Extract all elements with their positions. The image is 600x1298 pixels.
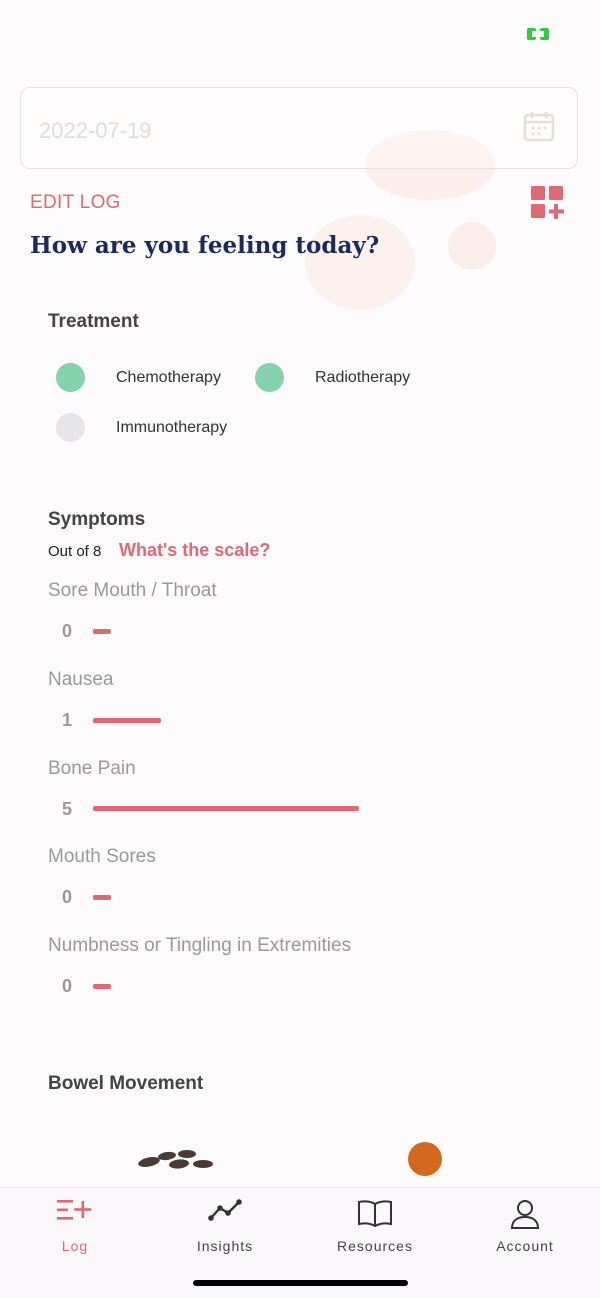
log-add-icon bbox=[57, 1200, 92, 1220]
symptom-severity-bar[interactable] bbox=[93, 718, 161, 723]
scale-info-link[interactable]: What's the scale? bbox=[119, 540, 270, 561]
battery-icon bbox=[527, 28, 549, 40]
edit-log-label: EDIT LOG bbox=[30, 192, 121, 213]
home-indicator bbox=[193, 1280, 408, 1286]
symptom-name: Bone Pain bbox=[48, 758, 136, 779]
treatment-option-immunotherapy[interactable]: Immunotherapy bbox=[56, 413, 227, 442]
symptom-value: 0 bbox=[62, 621, 73, 641]
selected-indicator bbox=[255, 363, 284, 392]
line-chart-icon bbox=[208, 1199, 242, 1221]
background-blob bbox=[448, 222, 496, 270]
tab-label: Resources bbox=[337, 1238, 413, 1254]
stool-color-orange[interactable] bbox=[408, 1142, 442, 1176]
tab-account[interactable]: Account bbox=[450, 1188, 600, 1268]
tab-resources[interactable]: Resources bbox=[300, 1188, 450, 1268]
symptom-name: Sore Mouth / Throat bbox=[48, 580, 217, 601]
bowel-movement-title: Bowel Movement bbox=[48, 1073, 204, 1094]
tab-log[interactable]: Log bbox=[0, 1188, 150, 1268]
tab-label: Log bbox=[61, 1238, 89, 1254]
scale-out-of: Out of 8 bbox=[48, 543, 102, 560]
date-field[interactable]: 2022-07-19 bbox=[20, 87, 578, 169]
date-value: 2022-07-19 bbox=[39, 118, 152, 143]
stool-type-lumps-icon[interactable] bbox=[135, 1142, 215, 1174]
treatment-option-label: Radiotherapy bbox=[315, 368, 411, 386]
symptom-value: 5 bbox=[62, 799, 73, 819]
symptom-value: 0 bbox=[62, 976, 73, 996]
unselected-indicator bbox=[56, 413, 85, 442]
symptom-value: 1 bbox=[62, 710, 73, 730]
symptom-severity-bar[interactable] bbox=[93, 984, 111, 989]
treatment-option-chemotherapy[interactable]: Chemotherapy bbox=[56, 363, 221, 392]
treatment-option-label: Chemotherapy bbox=[116, 368, 221, 386]
tab-label: Insights bbox=[196, 1238, 254, 1254]
symptoms-title: Symptoms bbox=[48, 509, 146, 530]
symptom-name: Nausea bbox=[48, 669, 114, 690]
selected-indicator bbox=[56, 363, 85, 392]
background-blob bbox=[305, 215, 415, 310]
tab-label: Account bbox=[496, 1238, 554, 1254]
symptom-severity-bar[interactable] bbox=[93, 895, 111, 900]
treatment-title: Treatment bbox=[48, 311, 139, 332]
calendar-icon[interactable] bbox=[523, 110, 555, 142]
symptom-name: Mouth Sores bbox=[48, 846, 156, 867]
tab-insights[interactable]: Insights bbox=[150, 1188, 300, 1268]
symptom-severity-bar[interactable] bbox=[93, 806, 359, 811]
symptom-value: 0 bbox=[62, 887, 73, 907]
add-widget-icon[interactable] bbox=[531, 186, 564, 219]
symptom-severity-bar[interactable] bbox=[93, 629, 111, 634]
page-headline: How are you feeling today? bbox=[30, 232, 380, 259]
treatment-option-radiotherapy[interactable]: Radiotherapy bbox=[255, 363, 410, 392]
treatment-option-label: Immunotherapy bbox=[116, 418, 228, 436]
person-icon bbox=[510, 1200, 540, 1229]
book-icon bbox=[358, 1200, 392, 1228]
symptom-name: Numbness or Tingling in Extremities bbox=[48, 935, 352, 956]
